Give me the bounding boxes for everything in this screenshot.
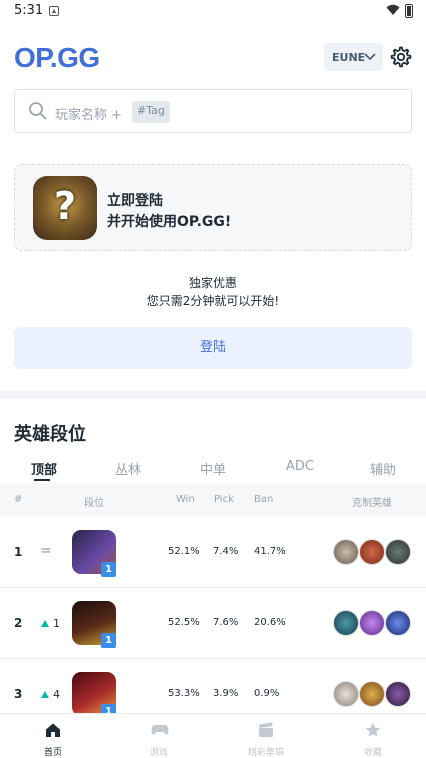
search-tag-chip: #Tag — [132, 101, 170, 123]
nav-highlights[interactable]: 精彩集锦 — [213, 714, 319, 758]
nav-favorites[interactable]: 收藏 — [320, 714, 426, 758]
star-icon — [365, 722, 381, 737]
status-bar: 5:31 — [0, 0, 426, 24]
tier-table-header: # 段位 Win Pick Ban 克制英雄 — [0, 484, 426, 516]
ban-rate: 41.7% — [254, 546, 286, 557]
ban-rate: 20.6% — [254, 617, 286, 628]
counter-champion-icon[interactable] — [385, 539, 411, 565]
nav-label: 收藏 — [363, 748, 382, 758]
search-icon — [29, 102, 47, 120]
active-tab-indicator — [34, 479, 50, 481]
win-rate: 53.3% — [168, 688, 200, 699]
wifi-icon — [386, 4, 400, 15]
login-card-title: 立即登陆 — [107, 193, 163, 209]
tab-support[interactable]: 辅助 — [370, 459, 396, 478]
pick-rate: 7.4% — [213, 546, 239, 557]
col-tier: 段位 — [84, 498, 104, 509]
table-row[interactable]: 1 = 1 52.1% 7.4% 41.7% — [0, 517, 426, 588]
rank-change-up: 1 — [41, 617, 60, 630]
nav-home[interactable]: 首页 — [0, 714, 106, 758]
col-counters: 克制英雄 — [352, 498, 392, 509]
tier-badge: 1 — [101, 633, 116, 648]
nav-label: 首页 — [43, 748, 62, 758]
position-tabs: 顶部 丛林 中单 ADC 辅助 — [0, 459, 426, 483]
placeholder-avatar: ? — [33, 176, 97, 240]
nav-label: 精彩集锦 — [247, 748, 284, 758]
login-card-subtitle: 并开始使用OP.GG! — [107, 214, 232, 230]
col-ban: Ban — [254, 494, 274, 505]
counter-champion-icon[interactable] — [385, 681, 411, 707]
summoner-search-field[interactable]: 玩家名称 + #Tag — [14, 89, 412, 133]
battery-icon — [405, 4, 413, 18]
row-rank: 1 — [14, 545, 23, 559]
promo-text: 您只需2分钟就可以开始! — [146, 294, 280, 308]
win-rate: 52.5% — [168, 617, 200, 628]
region-label: EUNE — [332, 51, 366, 64]
counter-champion-icon[interactable] — [333, 681, 359, 707]
tab-jungle[interactable]: 丛林 — [115, 459, 141, 478]
pick-rate: 3.9% — [213, 688, 239, 699]
champion-tier-title: 英雄段位 — [14, 424, 86, 445]
question-mark-icon: ? — [53, 184, 77, 228]
counter-champion-icon[interactable] — [359, 681, 385, 707]
ban-rate: 0.9% — [254, 688, 280, 699]
rank-change-up: 4 — [41, 688, 60, 701]
tab-adc[interactable]: ADC — [286, 459, 314, 474]
col-pick: Pick — [214, 494, 234, 505]
gamepad-icon — [151, 725, 169, 735]
status-time: 5:31 — [14, 3, 44, 18]
nav-label: 游戏 — [149, 748, 168, 758]
pick-rate: 7.6% — [213, 617, 239, 628]
row-rank: 2 — [14, 616, 23, 630]
search-placeholder: 玩家名称 + — [55, 108, 123, 123]
counter-champion-icon[interactable] — [359, 539, 385, 565]
login-prompt-card[interactable]: ? 立即登陆 并开始使用OP.GG! — [14, 164, 412, 251]
chevron-down-icon — [364, 53, 376, 61]
counter-champion-icon[interactable] — [359, 610, 385, 636]
win-rate: 52.1% — [168, 546, 200, 557]
tier-badge: 1 — [101, 562, 116, 577]
region-selector[interactable]: EUNE — [324, 43, 383, 71]
col-win: Win — [176, 494, 195, 505]
gear-icon[interactable] — [389, 45, 413, 69]
nav-games[interactable]: 游戏 — [106, 714, 212, 758]
promo-title: 独家优惠 — [188, 276, 237, 290]
table-row[interactable]: 2 1 1 52.5% 7.6% 20.6% — [0, 588, 426, 659]
tab-top[interactable]: 顶部 — [31, 459, 57, 478]
opgg-logo: OP.GG — [14, 42, 100, 73]
home-icon — [46, 723, 60, 737]
counter-champion-icon[interactable] — [385, 610, 411, 636]
row-rank: 3 — [14, 687, 23, 701]
bottom-navigation: 首页 游戏 精彩集锦 收藏 — [0, 713, 426, 758]
notification-icon — [49, 6, 59, 16]
app-header: OP.GG EUNE — [0, 40, 426, 74]
rank-change-same: = — [40, 543, 52, 559]
col-rank: # — [14, 494, 23, 505]
counter-champion-icon[interactable] — [333, 610, 359, 636]
counter-champion-icon[interactable] — [333, 539, 359, 565]
login-button[interactable]: 登陆 — [14, 327, 412, 369]
section-divider — [0, 391, 426, 399]
clapperboard-icon — [259, 722, 273, 737]
tab-mid[interactable]: 中单 — [200, 459, 226, 478]
